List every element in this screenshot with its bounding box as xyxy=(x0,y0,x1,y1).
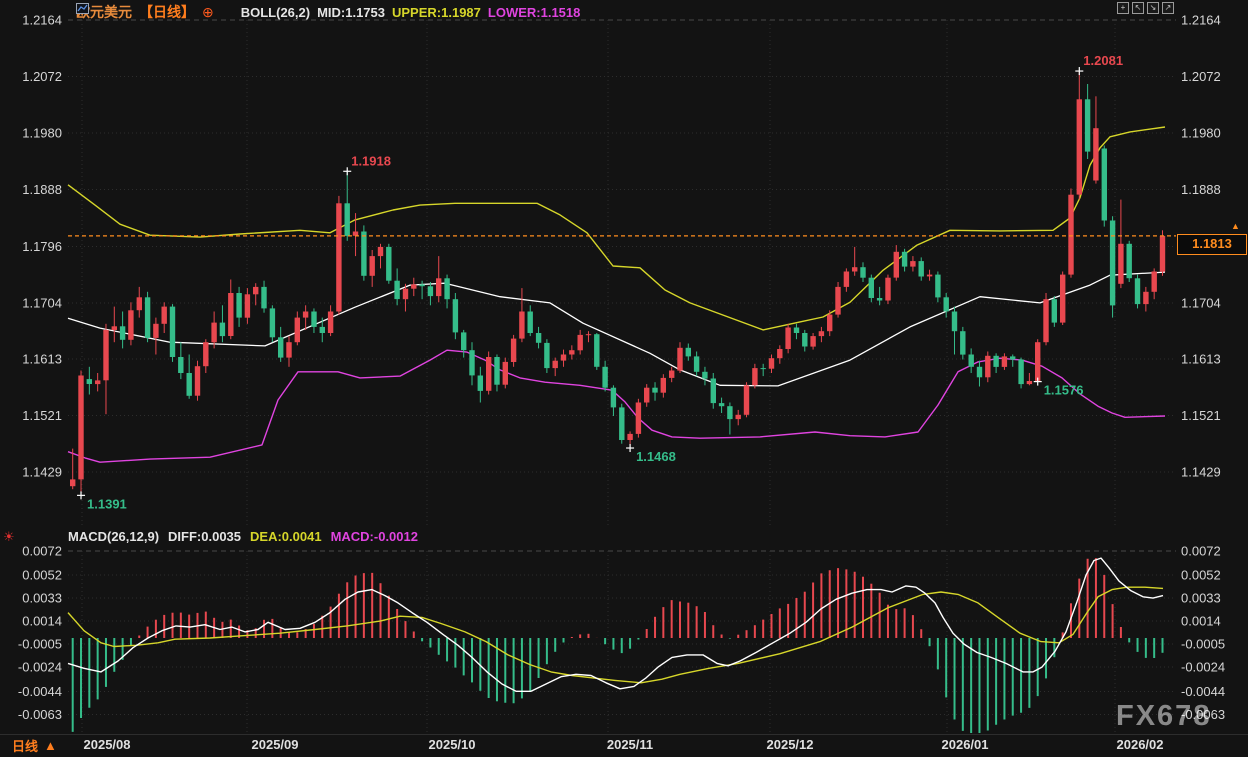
y-axis-label-right: 1.1429 xyxy=(1181,465,1221,480)
y-axis-label-right: 1.2072 xyxy=(1181,69,1221,84)
macd-diff-line xyxy=(68,558,1163,691)
boll-indicator-label: BOLL(26,2) xyxy=(241,5,310,20)
x-axis-date-label: 2025/11 xyxy=(607,737,653,752)
macd-axis-label-left: -0.0005 xyxy=(18,637,62,652)
add-indicator-icon[interactable]: ⊕ xyxy=(202,4,214,21)
macd-axis-label-left: -0.0063 xyxy=(18,707,62,722)
period-tag: 【日线】 xyxy=(139,2,195,22)
mini-chart-icon xyxy=(221,6,234,19)
candles-layer xyxy=(70,71,1165,495)
y-axis-label-right: 1.1704 xyxy=(1181,295,1221,310)
x-axis-date-label: 2026/01 xyxy=(942,737,989,752)
y-axis-label-left: 1.1521 xyxy=(22,408,62,423)
y-axis-label-left: 1.2072 xyxy=(22,69,62,84)
chart-toolbar: + ↖ ↘ ↗ xyxy=(1117,2,1174,14)
snap-upleft-icon[interactable]: ↖ xyxy=(1132,2,1144,14)
y-axis-label-left: 1.1796 xyxy=(22,239,62,254)
macd-axis-label-right: 0.0033 xyxy=(1181,591,1221,606)
y-axis-label-right: 1.1613 xyxy=(1181,351,1221,366)
snap-downright-icon[interactable]: ↘ xyxy=(1147,2,1159,14)
macd-lines xyxy=(68,558,1163,691)
macd-axis-label-right: 0.0072 xyxy=(1181,543,1221,558)
x-axis-date-label: 2026/02 xyxy=(1117,737,1164,752)
macd-axis-label-right: 0.0014 xyxy=(1181,614,1221,629)
y-axis-label-right: 1.2164 xyxy=(1181,13,1221,28)
macd-axis-label-left: 0.0014 xyxy=(22,614,62,629)
watermark: FX678 xyxy=(1116,700,1211,733)
y-axis-label-left: 1.1613 xyxy=(22,351,62,366)
extreme-price-label: 1.2081 xyxy=(1083,53,1123,68)
macd-axis-label-left: -0.0024 xyxy=(18,660,62,675)
boll-upper-value: UPPER:1.1987 xyxy=(392,5,481,20)
macd-macd-value: MACD:-0.0012 xyxy=(331,529,418,544)
macd-axis-label-left: -0.0044 xyxy=(18,684,62,699)
x-axis-date-label: 2025/10 xyxy=(429,737,476,752)
macd-header: MACD(26,12,9) DIFF:0.0035 DEA:0.0041 MAC… xyxy=(68,529,418,544)
boll-lower-line xyxy=(68,350,1165,462)
x-axis-date-label: 2025/08 xyxy=(84,737,131,752)
x-axis-date-label: 2025/12 xyxy=(767,737,814,752)
macd-histogram xyxy=(73,558,1163,733)
y-axis-label-left: 1.1980 xyxy=(22,126,62,141)
current-price-badge: 1.1813 xyxy=(1177,234,1247,255)
extreme-price-label: 1.1918 xyxy=(351,153,391,168)
macd-axis-label-right: -0.0024 xyxy=(1181,660,1225,675)
main-chart-header: 欧元美元 【日线】 ⊕ BOLL(26,2) MID:1.1753 UPPER:… xyxy=(76,2,580,22)
macd-dea-line xyxy=(68,587,1163,683)
timeframe-selector[interactable]: 日线 ▲ xyxy=(12,736,57,755)
y-axis-label-left: 1.1429 xyxy=(22,465,62,480)
y-axis-label-right: 1.1980 xyxy=(1181,126,1221,141)
macd-dea-value: DEA:0.0041 xyxy=(250,529,322,544)
macd-axis-label-right: -0.0005 xyxy=(1181,637,1225,652)
macd-axis-label-right: 0.0052 xyxy=(1181,568,1221,583)
y-axis-label-right: 1.1888 xyxy=(1181,182,1221,197)
y-axis-label-left: 1.2164 xyxy=(22,13,62,28)
timeframe-arrow-icon: ▲ xyxy=(44,738,57,753)
crosshair-icon[interactable]: + xyxy=(1117,2,1129,14)
boll-lower-value: LOWER:1.1518 xyxy=(488,5,580,20)
live-indicator-icon: ☀ xyxy=(3,529,15,545)
price-up-arrow-icon: ▲ xyxy=(1231,221,1240,231)
timeframe-label: 日线 xyxy=(12,736,38,755)
macd-axis-label-left: 0.0052 xyxy=(22,568,62,583)
extreme-price-label: 1.1391 xyxy=(87,496,127,511)
macd-axis-label-right: -0.0044 xyxy=(1181,684,1225,699)
extreme-price-label: 1.1576 xyxy=(1044,383,1084,398)
macd-diff-value: DIFF:0.0035 xyxy=(168,529,241,544)
macd-indicator-label: MACD(26,12,9) xyxy=(68,529,159,544)
chart-window: 1.1391 1.1918 1.1468 1.1576 1.2081 1.2164 1.21… xyxy=(0,0,1248,757)
extreme-price-label: 1.1468 xyxy=(636,449,676,464)
x-axis-date-label: 2025/09 xyxy=(252,737,299,752)
y-axis-label-left: 1.1888 xyxy=(22,182,62,197)
candlestick-chart-canvas[interactable]: 1.1391 1.1918 1.1468 1.1576 1.2081 1.2164 1.21… xyxy=(0,0,1248,757)
y-axis-label-left: 1.1704 xyxy=(22,295,62,310)
macd-axis-label-left: 0.0033 xyxy=(22,591,62,606)
export-icon[interactable]: ↗ xyxy=(1162,2,1174,14)
boll-mid-value: MID:1.1753 xyxy=(317,5,385,20)
y-axis-label-right: 1.1521 xyxy=(1181,408,1221,423)
macd-axis-label-left: 0.0072 xyxy=(22,543,62,558)
price-annotations: 1.1391 1.1918 1.1468 1.1576 1.2081 xyxy=(77,53,1123,511)
